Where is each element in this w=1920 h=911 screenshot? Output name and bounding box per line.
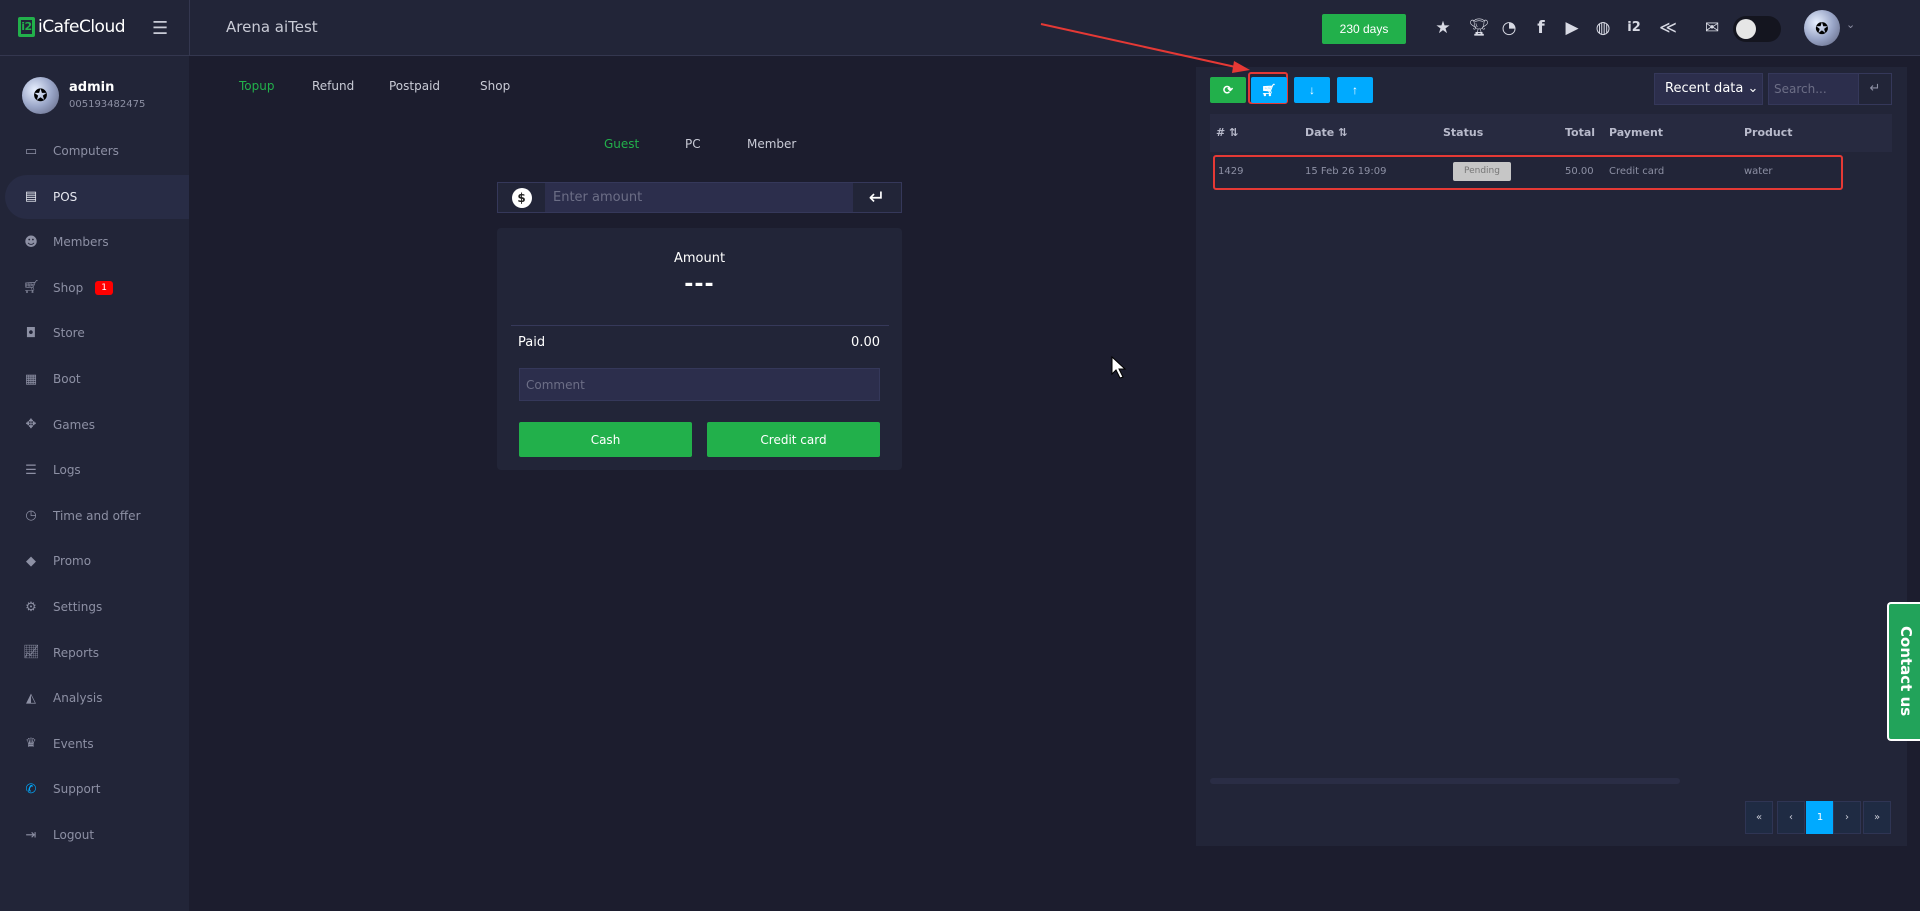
contact-us-button[interactable]: Contact us — [1887, 602, 1920, 741]
mouse-cursor-icon — [1111, 355, 1127, 379]
annotation-arrow — [1040, 23, 1250, 379]
